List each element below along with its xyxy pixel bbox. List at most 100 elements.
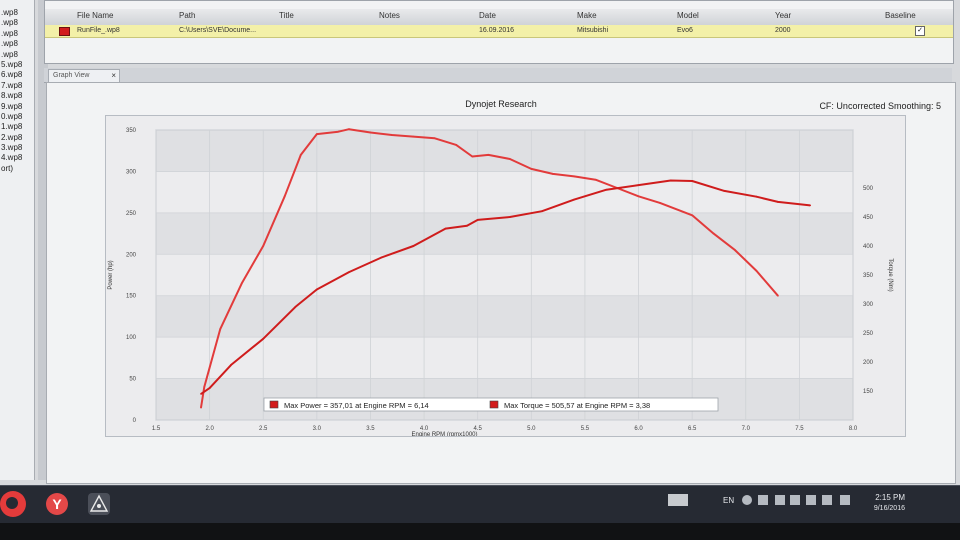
grid-band (156, 295, 853, 338)
file-list-item[interactable]: 3.wp8 (0, 143, 34, 153)
torque-point (809, 204, 812, 207)
display-icon[interactable] (822, 495, 832, 505)
y2-tick-label: 450 (863, 215, 874, 221)
y-tick-label: 100 (126, 335, 137, 341)
file-list-item[interactable]: .wp8 (0, 39, 34, 49)
clock-time[interactable]: 2:15 PM (875, 493, 905, 502)
table-row[interactable]: RunFile_.wp8 C:\Users\SVE\Docume... 16.0… (45, 25, 953, 38)
torque-point (444, 227, 447, 230)
x-tick-label: 3.5 (366, 426, 375, 432)
x-tick-label: 2.0 (205, 426, 214, 432)
file-list-item[interactable]: .wp8 (0, 8, 34, 18)
power-point (369, 131, 372, 134)
table-header: File Name Path Title Notes Date Make Mod… (45, 9, 953, 26)
help-icon[interactable] (742, 495, 752, 505)
file-list-item[interactable]: 2.wp8 (0, 133, 34, 143)
network-icon[interactable] (758, 495, 768, 505)
y-tick-label: 300 (126, 169, 137, 175)
y-tick-label: 250 (126, 211, 137, 217)
power-point (712, 232, 715, 235)
triangle-icon (89, 494, 109, 512)
file-list-item[interactable]: .wp8 (0, 18, 34, 28)
y-tick-label: 200 (126, 252, 137, 258)
plot-area[interactable]: 1.5 2.0 2.5 3.0 3.5 4.0 4.5 5.0 5.5 6.0 6.5 7.0 7.5 8… (105, 115, 906, 438)
y2-tick-label: 300 (863, 302, 874, 308)
cell-model: Evo6 (677, 27, 693, 34)
y-axis-label: Power (hp) (108, 260, 114, 289)
torque-point (476, 219, 479, 221)
tab-close-icon[interactable]: × (111, 70, 116, 82)
screen: .wp8 .wp8 .wp8 .wp8 .wp8 5.wp8 6.wp8 7.wp8 8.wp8… (0, 0, 960, 485)
cell-file-name: RunFile_.wp8 (77, 27, 120, 34)
language-indicator[interactable]: EN (723, 496, 734, 505)
run-color-swatch[interactable] (59, 27, 70, 36)
tray-app-icon[interactable] (668, 494, 688, 506)
cell-make: Mitsubishi (577, 27, 609, 34)
x-tick-label: 1.5 (152, 426, 161, 432)
file-list-item[interactable]: 0.wp8 (0, 112, 34, 122)
battery-icon[interactable] (806, 495, 816, 505)
file-list-item[interactable]: 4.wp8 (0, 153, 34, 163)
power-point (262, 245, 265, 247)
clock-date[interactable]: 9/16/2016 (874, 505, 905, 512)
x-tick-label: 5.0 (527, 426, 536, 432)
power-point (594, 178, 597, 181)
file-list-item[interactable]: 8.wp8 (0, 91, 34, 101)
x-tick-label: 3.0 (313, 426, 322, 432)
col-notes[interactable]: Notes (379, 11, 400, 20)
x-tick-label: 7.5 (795, 426, 804, 432)
torque-point (605, 188, 608, 191)
file-list-item[interactable]: 7.wp8 (0, 81, 34, 91)
power-point (348, 128, 350, 131)
notifications-icon[interactable] (775, 495, 785, 505)
baseline-checkbox[interactable]: ✓ (915, 26, 925, 36)
power-point (219, 327, 222, 330)
y-tick-label: 150 (126, 294, 137, 300)
col-make[interactable]: Make (577, 11, 597, 20)
windows-flag-icon[interactable] (840, 495, 850, 505)
power-point (337, 130, 340, 133)
torque-point (262, 337, 265, 340)
file-list-item[interactable]: 5.wp8 (0, 60, 34, 70)
file-list-item[interactable]: .wp8 (0, 50, 34, 60)
legend-swatch (489, 400, 499, 409)
power-point (659, 202, 661, 204)
yandex-browser-icon[interactable]: Y (46, 493, 68, 515)
opera-icon[interactable] (0, 491, 26, 517)
col-title[interactable]: Title (279, 11, 294, 20)
file-list: .wp8 .wp8 .wp8 .wp8 .wp8 5.wp8 6.wp8 7.wp8 8.wp8… (0, 8, 34, 174)
y2-tick-label: 250 (863, 331, 874, 337)
legend-label: Max Torque = 505,57 at Engine RPM = 3,38 (504, 401, 650, 410)
power-point (637, 195, 640, 198)
col-file-name[interactable]: File Name (77, 11, 113, 20)
torque-point (380, 256, 383, 259)
tab-graph-view[interactable]: Graph View × (48, 69, 120, 82)
power-point (530, 168, 533, 170)
file-list-item[interactable]: 1.wp8 (0, 122, 34, 132)
x-tick-label: 5.5 (581, 426, 590, 432)
col-date[interactable]: Date (479, 11, 496, 20)
torque-point (348, 271, 350, 273)
power-point (487, 153, 490, 156)
file-list-item[interactable]: ort) (0, 164, 34, 174)
y-tick-label: 0 (133, 418, 137, 424)
file-list-item[interactable]: .wp8 (0, 29, 34, 39)
y2-tick-label: 500 (863, 186, 874, 192)
col-year[interactable]: Year (775, 11, 791, 20)
torque-point (466, 224, 468, 227)
torque-point (294, 306, 297, 308)
col-model[interactable]: Model (677, 11, 699, 20)
monitor-bezel (0, 523, 960, 540)
cell-path: C:\Users\SVE\Docume... (179, 27, 257, 34)
file-list-item[interactable]: 6.wp8 (0, 70, 34, 80)
power-point (315, 133, 318, 136)
app-launcher-icon[interactable] (88, 493, 110, 515)
y2-tick-label: 150 (863, 389, 874, 395)
col-path[interactable]: Path (179, 11, 195, 20)
power-point (240, 282, 243, 285)
file-list-item[interactable]: 9.wp8 (0, 102, 34, 112)
power-point (573, 175, 576, 178)
y2-axis-label: Torque (Nm) (887, 258, 893, 291)
volume-icon[interactable] (790, 495, 800, 505)
col-baseline[interactable]: Baseline (885, 11, 916, 20)
